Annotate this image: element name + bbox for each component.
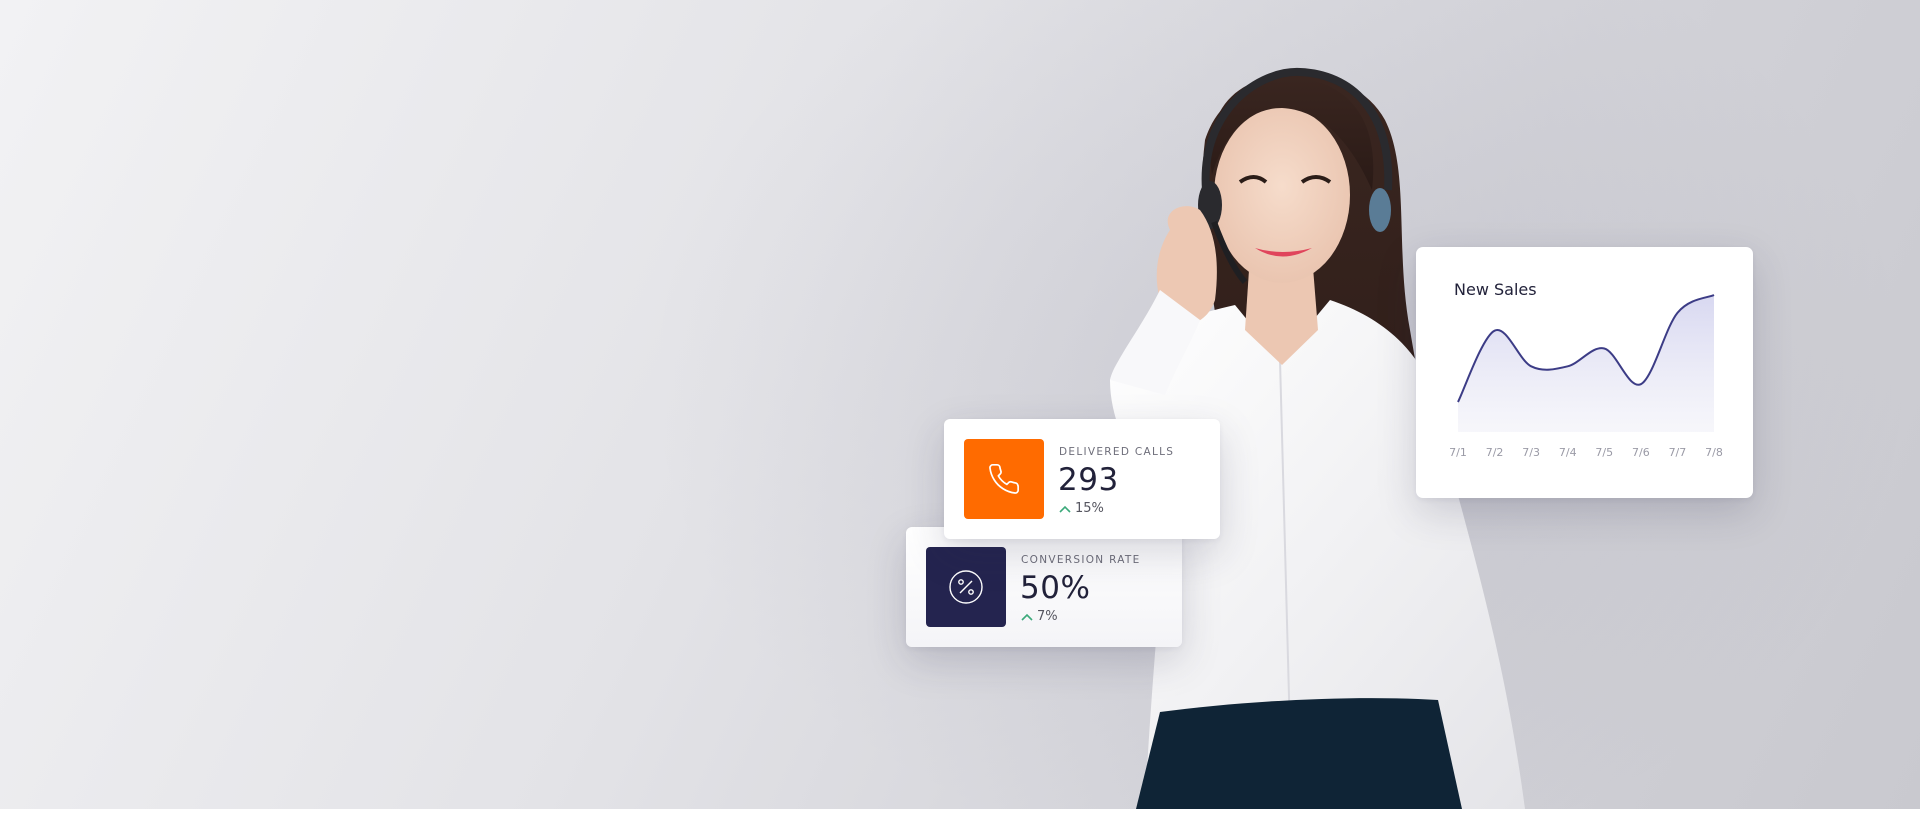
phone-icon [989,463,1020,494]
percent-icon [949,570,983,604]
conversion-rate-label: CONVERSION RATE [1021,554,1141,566]
chevron-up-icon [1059,505,1071,513]
percent-tile [926,547,1006,627]
x-tick-label: 7/8 [1705,446,1723,459]
delivered-calls-value: 293 [1058,462,1119,498]
new-sales-chart: 7/1 7/2 7/3 7/4 7/5 7/6 7/7 7/8 [1449,294,1723,459]
conversion-rate-value: 50% [1020,570,1091,606]
delivered-calls-change: 15% [1059,501,1104,516]
new-sales-chart-card: New Sales 7/1 7/2 7/3 7/4 7/5 7/6 7/7 7/8 [1416,247,1753,498]
delivered-calls-card: DELIVERED CALLS 293 15% [944,419,1220,539]
conversion-rate-card: CONVERSION RATE 50% 7% [906,527,1182,647]
delivered-calls-label: DELIVERED CALLS [1059,446,1175,458]
chevron-up-icon [1021,613,1033,621]
hero-background: DELIVERED CALLS 293 15% CONVERSION RATE … [0,0,1920,809]
x-tick-label: 7/4 [1559,446,1577,459]
conversion-rate-change-value: 7% [1037,609,1058,624]
page-bottom-strip [0,809,1920,827]
conversion-rate-change: 7% [1021,609,1058,624]
x-tick-label: 7/6 [1632,446,1650,459]
x-tick-label: 7/3 [1522,446,1540,459]
delivered-calls-change-value: 15% [1075,501,1104,516]
x-tick-label: 7/1 [1449,446,1467,459]
phone-tile [964,439,1044,519]
x-tick-label: 7/7 [1669,446,1687,459]
x-tick-label: 7/2 [1486,446,1504,459]
x-tick-label: 7/5 [1595,446,1613,459]
